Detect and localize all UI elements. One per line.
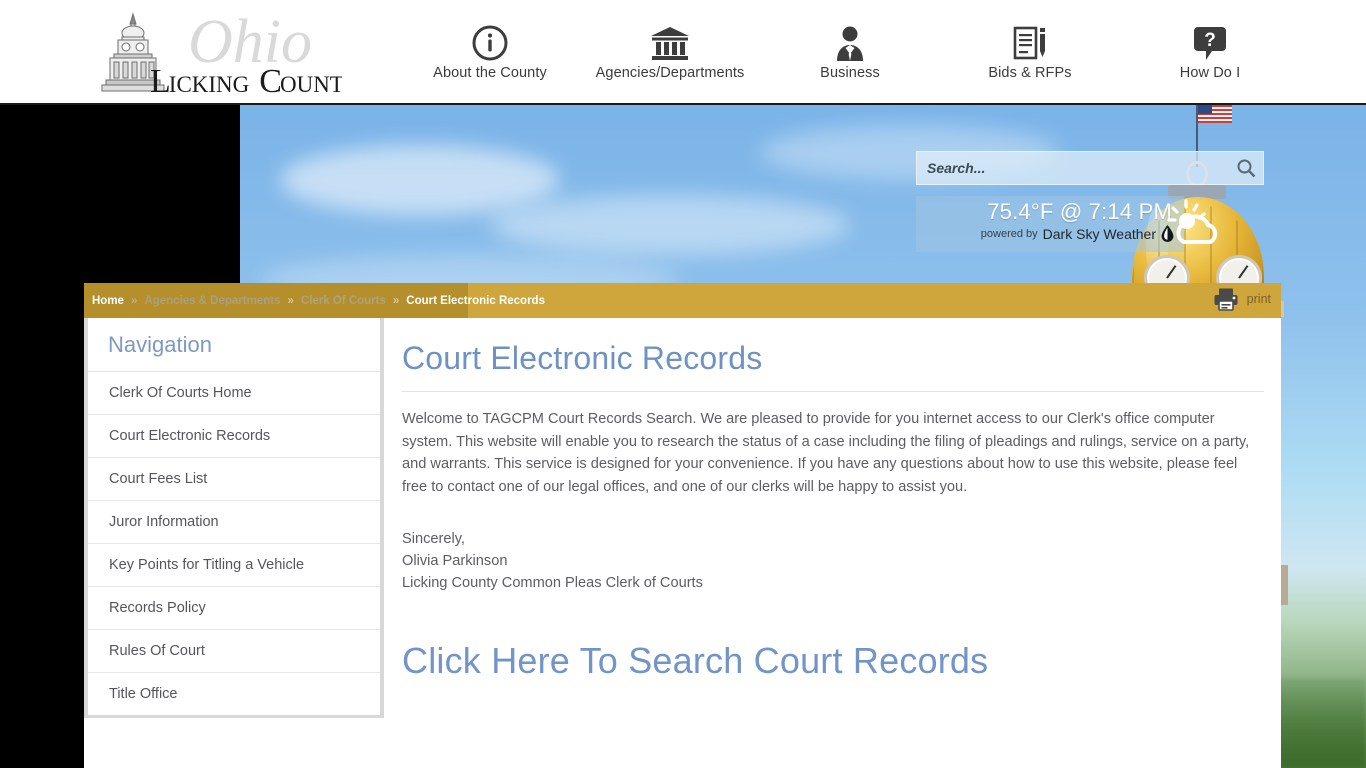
business-person-icon <box>760 22 940 64</box>
breadcrumb-separator: » <box>130 294 138 307</box>
breadcrumb-item-clerk-of-courts[interactable]: Clerk Of Courts <box>301 295 386 307</box>
weather-temperature: 75.4°F @ 7:14 PM <box>987 199 1172 224</box>
search-icon <box>1237 159 1256 178</box>
print-button[interactable]: print <box>1213 287 1271 311</box>
usa-flag-icon <box>1198 105 1232 123</box>
sidebar-title: Navigation <box>88 318 380 372</box>
sun-behind-cloud-icon <box>1164 198 1230 250</box>
sidebar-item-clerk-of-courts-home[interactable]: Clerk Of Courts Home <box>88 372 380 415</box>
breadcrumb-item-agencies-departments[interactable]: Agencies & Departments <box>144 295 280 307</box>
search-submit-button[interactable] <box>1229 152 1263 184</box>
nav-item-label: Business <box>820 65 880 81</box>
print-label: print <box>1246 292 1271 306</box>
main-content: Court Electronic Records Welcome to TAGC… <box>402 340 1264 682</box>
sidebar-nav-list: Clerk Of Courts Home Court Electronic Re… <box>88 372 380 715</box>
document-pen-icon <box>940 22 1120 64</box>
sidebar-navigation-panel: Navigation Clerk Of Courts Home Court El… <box>84 318 384 718</box>
breadcrumb-bar: Home » Agencies & Departments » Clerk Of… <box>84 283 1281 318</box>
title-divider <box>402 391 1264 392</box>
search-input[interactable] <box>917 160 1229 176</box>
site-search <box>916 151 1264 185</box>
signoff-line: Sincerely, <box>402 531 465 547</box>
weather-widget[interactable]: 75.4°F @ 7:14 PM powered by Dark Sky Wea… <box>916 196 1184 252</box>
sidebar-item-title-office[interactable]: Title Office <box>88 673 380 715</box>
page-root: Ohio LICKING COUNTY About the County <box>0 0 1366 768</box>
nav-item-agencies-departments[interactable]: Agencies/Departments <box>580 22 760 102</box>
nav-item-label: Bids & RFPs <box>988 65 1072 81</box>
info-circle-icon <box>400 22 580 64</box>
nav-item-label: About the County <box>433 65 547 81</box>
page-title: Court Electronic Records <box>402 340 763 376</box>
nav-item-bids-rfps[interactable]: Bids & RFPs <box>940 22 1120 102</box>
weather-attribution: powered by Dark Sky Weather <box>916 225 1174 242</box>
nav-item-about-the-county[interactable]: About the County <box>400 22 580 102</box>
primary-navigation: About the County Agencies/Departments Bu… <box>400 22 1300 102</box>
intro-paragraph: Welcome to TAGCPM Court Records Search. … <box>402 411 1250 495</box>
breadcrumb-separator: » <box>392 294 400 307</box>
sidebar-item-juror-information[interactable]: Juror Information <box>88 501 380 544</box>
nav-item-label: How Do I <box>1179 65 1241 81</box>
sidebar-item-court-electronic-records[interactable]: Court Electronic Records <box>88 415 380 458</box>
sidebar-item-court-fees-list[interactable]: Court Fees List <box>88 458 380 501</box>
sidebar-item-records-policy[interactable]: Records Policy <box>88 587 380 630</box>
question-bubble-icon: ? <box>1120 22 1300 64</box>
breadcrumb-item-current: Court Electronic Records <box>406 294 545 307</box>
nav-item-label: Agencies/Departments <box>595 65 745 81</box>
cloud-decoration <box>280 145 560 215</box>
signer-title: Licking County Common Pleas Clerk of Cou… <box>402 575 703 591</box>
bank-building-icon <box>580 22 760 64</box>
site-logo[interactable]: Ohio LICKING COUNTY <box>92 6 342 98</box>
breadcrumb: Home » Agencies & Departments » Clerk Of… <box>84 295 545 307</box>
breadcrumb-item-home[interactable]: Home <box>92 295 124 307</box>
signature-block: Sincerely, Olivia Parkinson Licking Coun… <box>402 528 1264 594</box>
nav-item-business[interactable]: Business <box>760 22 940 102</box>
nav-item-how-do-i[interactable]: ? How Do I <box>1120 22 1300 102</box>
sidebar-item-key-points-titling-vehicle[interactable]: Key Points for Titling a Vehicle <box>88 544 380 587</box>
svg-text:Ohio: Ohio <box>188 8 312 76</box>
weather-provider-name: Dark Sky Weather <box>1042 225 1156 242</box>
breadcrumb-separator: » <box>287 294 294 307</box>
sidebar-item-rules-of-court[interactable]: Rules Of Court <box>88 630 380 673</box>
site-header: Ohio LICKING COUNTY About the County <box>0 0 1366 105</box>
printer-icon <box>1214 288 1238 311</box>
search-court-records-link[interactable]: Click Here To Search Court Records <box>402 640 988 682</box>
svg-text:?: ? <box>1204 30 1216 51</box>
signer-name: Olivia Parkinson <box>402 553 508 569</box>
cloud-decoration <box>490 195 850 255</box>
weather-powered-label: powered by <box>980 227 1038 240</box>
